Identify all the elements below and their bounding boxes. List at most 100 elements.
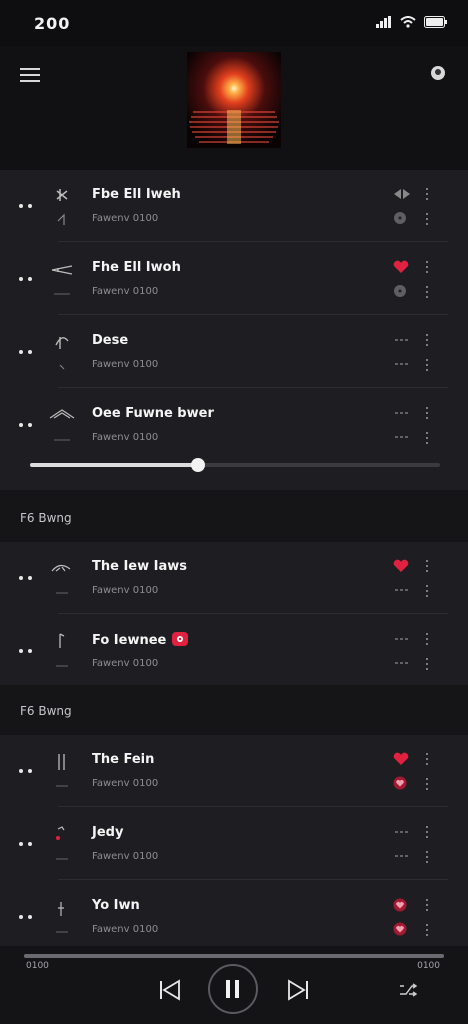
track-row[interactable]: Fbe Ell Iweh Fawenv 0100 (0, 170, 468, 242)
section-label: F6 Bwng (20, 511, 72, 525)
seek-slider[interactable] (30, 458, 440, 472)
heart-icon[interactable] (392, 752, 412, 766)
track-thumbnail (56, 189, 68, 225)
more-options-icon[interactable] (424, 260, 430, 274)
playback-progress[interactable] (24, 954, 444, 958)
track-title: Fo Iewnee (92, 632, 189, 648)
more-options-icon[interactable] (424, 212, 430, 226)
track-thumbnail (56, 902, 68, 933)
album-art (187, 52, 281, 148)
track-title: Dese (92, 333, 129, 348)
drag-handle[interactable] (19, 350, 33, 355)
track-thumbnail (49, 409, 75, 441)
dash-icon (395, 831, 408, 833)
drag-handle[interactable] (19, 915, 33, 920)
divider (58, 879, 448, 880)
battery-icon (424, 16, 447, 28)
heart-badge-icon[interactable] (392, 776, 412, 790)
more-options-icon[interactable] (424, 431, 430, 445)
more-options-icon[interactable] (424, 657, 430, 671)
track-title: The Iew Iaws (92, 559, 188, 574)
heart-badge-icon[interactable] (392, 898, 412, 912)
divider (58, 613, 448, 614)
shuffle-icon[interactable] (398, 983, 418, 997)
dash-icon (395, 436, 408, 438)
divider (58, 241, 448, 242)
dash-icon (395, 855, 408, 857)
divider (58, 806, 448, 807)
section-label: F6 Bwng (20, 704, 72, 718)
drag-handle[interactable] (19, 423, 33, 428)
more-options-icon[interactable] (424, 632, 430, 646)
track-section-3: The Fein Fawenv 0100 Jedy Fawenv 0100 Yo… (0, 735, 468, 946)
drag-handle[interactable] (19, 204, 33, 209)
more-options-icon[interactable] (424, 559, 430, 573)
track-section-2: The Iew Iaws Fawenv 0100 Fo Iewnee Fawen… (0, 542, 468, 685)
pause-icon (226, 980, 239, 998)
track-row[interactable]: Dese Fawenv 0100 (0, 316, 468, 388)
time-total: 0100 (417, 961, 440, 971)
divider (58, 387, 448, 388)
more-options-icon[interactable] (424, 358, 430, 372)
heart-icon[interactable] (392, 559, 412, 573)
drag-handle[interactable] (19, 576, 33, 581)
drag-handle[interactable] (19, 842, 33, 847)
track-meta: Fawenv 0100 (92, 585, 159, 596)
track-row[interactable]: Fo Iewnee Fawenv 0100 (0, 615, 468, 687)
playback-progress-fill (24, 954, 444, 958)
track-row[interactable]: The Fein Fawenv 0100 (0, 735, 468, 807)
play-pause-button[interactable] (208, 964, 258, 1014)
seek-slider-fill (30, 463, 199, 467)
disc-icon[interactable] (392, 211, 412, 225)
track-thumbnail (56, 754, 68, 787)
dash-icon (395, 662, 408, 664)
profile-avatar-button[interactable] (431, 66, 445, 80)
track-thumbnail (51, 564, 71, 594)
player-bar: 0100 0100 (0, 946, 468, 1024)
drag-handle[interactable] (19, 769, 33, 774)
dash-icon (395, 589, 408, 591)
track-title: Fhe Ell Iwoh (92, 260, 181, 275)
more-options-icon[interactable] (424, 850, 430, 864)
track-thumbnail (56, 633, 68, 667)
menu-icon[interactable] (20, 68, 40, 82)
track-meta: Fawenv 0100 (92, 213, 159, 224)
next-icon[interactable] (286, 979, 310, 1001)
more-options-icon[interactable] (424, 333, 430, 347)
more-options-icon[interactable] (424, 923, 430, 937)
divider (58, 314, 448, 315)
more-options-icon[interactable] (424, 898, 430, 912)
more-options-icon[interactable] (424, 584, 430, 598)
track-row[interactable]: Jedy Fawenv 0100 (0, 808, 468, 880)
track-section-1: Fbe Ell Iweh Fawenv 0100 Fhe Ell Iwoh Fa… (0, 170, 468, 490)
time-elapsed: 0100 (26, 961, 49, 971)
signal-icon (376, 16, 391, 28)
disc-icon[interactable] (392, 284, 412, 298)
wifi-icon (400, 16, 416, 28)
drag-handle[interactable] (19, 277, 33, 282)
track-meta: Fawenv 0100 (92, 851, 159, 862)
previous-icon[interactable] (158, 979, 182, 1001)
more-options-icon[interactable] (424, 825, 430, 839)
track-row[interactable]: The Iew Iaws Fawenv 0100 (0, 542, 468, 614)
track-meta: Fawenv 0100 (92, 286, 159, 297)
track-row[interactable]: Oee Fuwne bwer Fawenv 0100 (0, 389, 468, 461)
more-options-icon[interactable] (424, 777, 430, 791)
flower-badge-icon (172, 632, 189, 646)
dash-icon (395, 363, 408, 365)
heart-badge-icon[interactable] (392, 922, 412, 936)
more-options-icon[interactable] (424, 752, 430, 766)
track-row[interactable]: Fhe Ell Iwoh Fawenv 0100 (0, 243, 468, 315)
track-thumbnail (56, 826, 68, 860)
more-options-icon[interactable] (424, 187, 430, 201)
play-icon[interactable] (392, 187, 412, 201)
drag-handle[interactable] (19, 649, 33, 654)
more-options-icon[interactable] (424, 285, 430, 299)
header (0, 46, 468, 170)
track-title-text: Fo Iewnee (92, 633, 167, 648)
track-meta: Fawenv 0100 (92, 924, 159, 935)
heart-icon[interactable] (392, 260, 412, 274)
more-options-icon[interactable] (424, 406, 430, 420)
track-row[interactable]: Yo Iwn Fawenv 0100 (0, 881, 468, 953)
seek-slider-knob[interactable] (191, 458, 206, 472)
